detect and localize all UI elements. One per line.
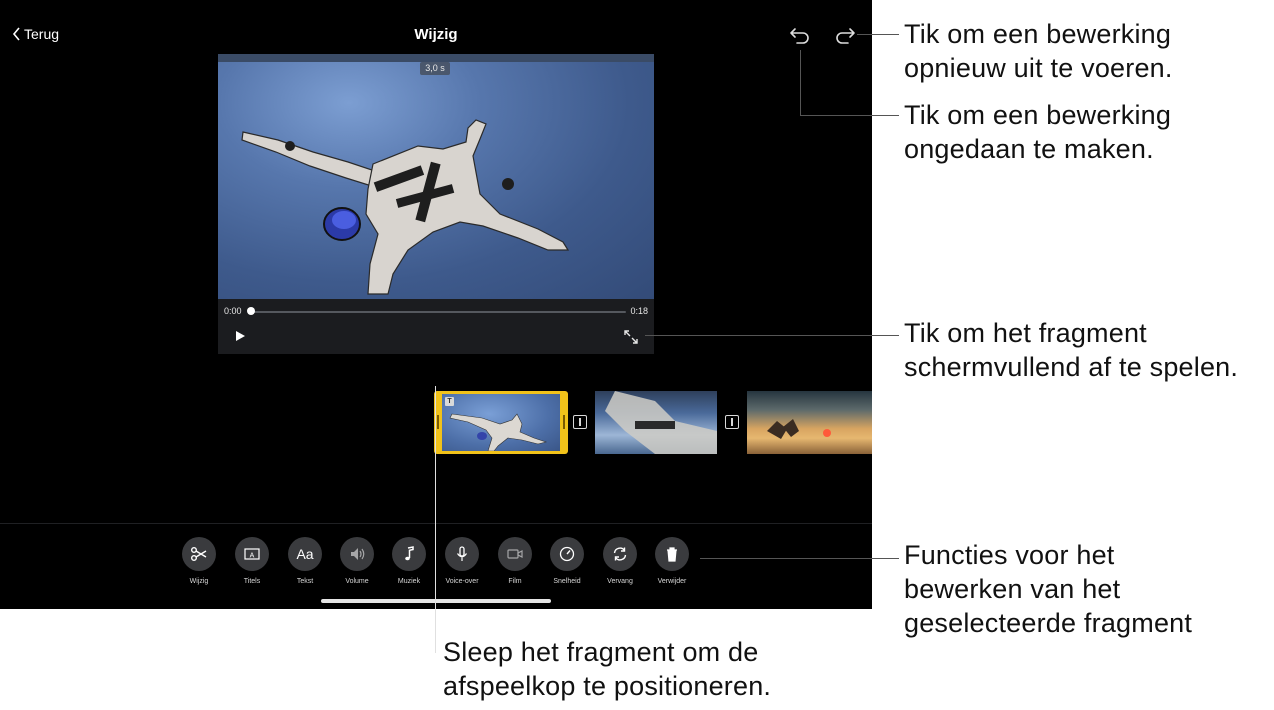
clip-timeline[interactable]: T xyxy=(0,386,872,462)
leader-line-fullscreen xyxy=(645,335,899,336)
microphone-icon xyxy=(457,546,467,561)
callout-fullscreen: Tik om het fragment schermvullend af te … xyxy=(904,318,1239,382)
tool-label: Wijzig xyxy=(189,578,209,585)
editing-toolbar: Wijzig A Titels Aa Tekst Volume Muziek V… xyxy=(0,537,872,597)
clip[interactable] xyxy=(595,391,717,454)
clip-thumbnail xyxy=(767,419,831,439)
redo-button[interactable] xyxy=(833,24,857,46)
music-note-icon xyxy=(405,546,414,561)
tool-film[interactable]: Film xyxy=(489,537,541,585)
tool-label: Snelheid xyxy=(553,578,581,585)
tool-label: Titels xyxy=(243,578,261,585)
replace-icon xyxy=(613,547,627,561)
tool-wijzig[interactable]: Wijzig xyxy=(173,537,225,585)
expand-icon xyxy=(624,330,638,344)
trash-icon xyxy=(667,547,677,562)
selected-clip[interactable]: T xyxy=(434,391,568,454)
speaker-icon xyxy=(351,548,365,560)
tool-verwijder[interactable]: Verwijder xyxy=(646,537,698,585)
tool-muziek[interactable]: Muziek xyxy=(383,537,435,585)
title-indicator-icon: T xyxy=(445,397,454,406)
tool-label: Tekst xyxy=(296,578,314,585)
callout-undo: Tik om een bewerking ongedaan te maken. xyxy=(904,100,1172,164)
fullscreen-button[interactable] xyxy=(623,329,639,345)
undo-arrow-icon xyxy=(790,28,809,44)
play-button[interactable] xyxy=(234,329,246,343)
svg-text:A: A xyxy=(250,553,255,560)
tool-snelheid[interactable]: Snelheid xyxy=(541,537,593,585)
titles-icon: A xyxy=(244,548,260,560)
time-start: 0:00 xyxy=(224,306,242,316)
redo-arrow-icon xyxy=(836,28,855,44)
playback-controls: 0:00 0:18 xyxy=(218,299,654,354)
scrub-knob[interactable] xyxy=(247,307,255,315)
leader-line-undo-v xyxy=(800,50,801,115)
text-icon: Aa xyxy=(296,546,314,562)
speedometer-icon xyxy=(559,546,575,562)
tool-vervang[interactable]: Vervang xyxy=(594,537,646,585)
tool-tekst[interactable]: Aa Tekst xyxy=(279,537,331,585)
video-preview[interactable]: 3,0 s xyxy=(218,54,654,299)
skydiver-image xyxy=(241,119,570,295)
callout-functions: Functies voor het bewerken van het gesel… xyxy=(904,540,1193,638)
transition-button[interactable] xyxy=(725,415,739,429)
tool-label: Voice-over xyxy=(445,578,479,585)
leader-line-functions xyxy=(700,558,899,559)
scrub-bar[interactable] xyxy=(250,311,626,313)
video-viewer: 3,0 s 0:00 0:18 xyxy=(218,54,654,354)
callout-redo: Tik om een bewerking opnieuw uit te voer… xyxy=(904,19,1173,83)
tool-label: Volume xyxy=(345,578,369,585)
scissors-icon xyxy=(191,547,207,561)
skydiver-thumbnail xyxy=(449,413,548,452)
undo-button[interactable] xyxy=(788,24,812,46)
callout-playhead: Sleep het fragment om de afspeelkop te p… xyxy=(443,637,772,701)
tool-volume[interactable]: Volume xyxy=(331,537,383,585)
home-indicator[interactable] xyxy=(321,599,551,603)
leader-line-redo xyxy=(857,34,899,35)
tool-voice-over[interactable]: Voice-over xyxy=(436,537,488,585)
tool-label: Muziek xyxy=(397,578,421,585)
play-icon xyxy=(236,331,245,341)
tool-label: Vervang xyxy=(607,578,633,585)
tool-label: Film xyxy=(508,578,522,585)
tool-label: Verwijder xyxy=(657,578,687,585)
clip-thumbnail xyxy=(605,391,717,454)
transition-button[interactable] xyxy=(573,415,587,429)
tool-titels[interactable]: A Titels xyxy=(226,537,278,585)
leader-line-undo-h xyxy=(800,115,899,116)
imovie-edit-screen: Terug Wijzig 3,0 s 0:00 0:18 T Wijzig A … xyxy=(0,0,872,609)
clip-thumbnail xyxy=(442,394,560,452)
toolbar-divider xyxy=(0,523,872,524)
camera-icon xyxy=(507,549,523,559)
time-end: 0:18 xyxy=(630,306,648,316)
page-title: Wijzig xyxy=(414,26,458,43)
trim-handle-left[interactable] xyxy=(437,415,439,429)
clip[interactable] xyxy=(747,391,872,454)
playhead[interactable] xyxy=(435,386,436,653)
trim-handle-right[interactable] xyxy=(563,415,565,429)
